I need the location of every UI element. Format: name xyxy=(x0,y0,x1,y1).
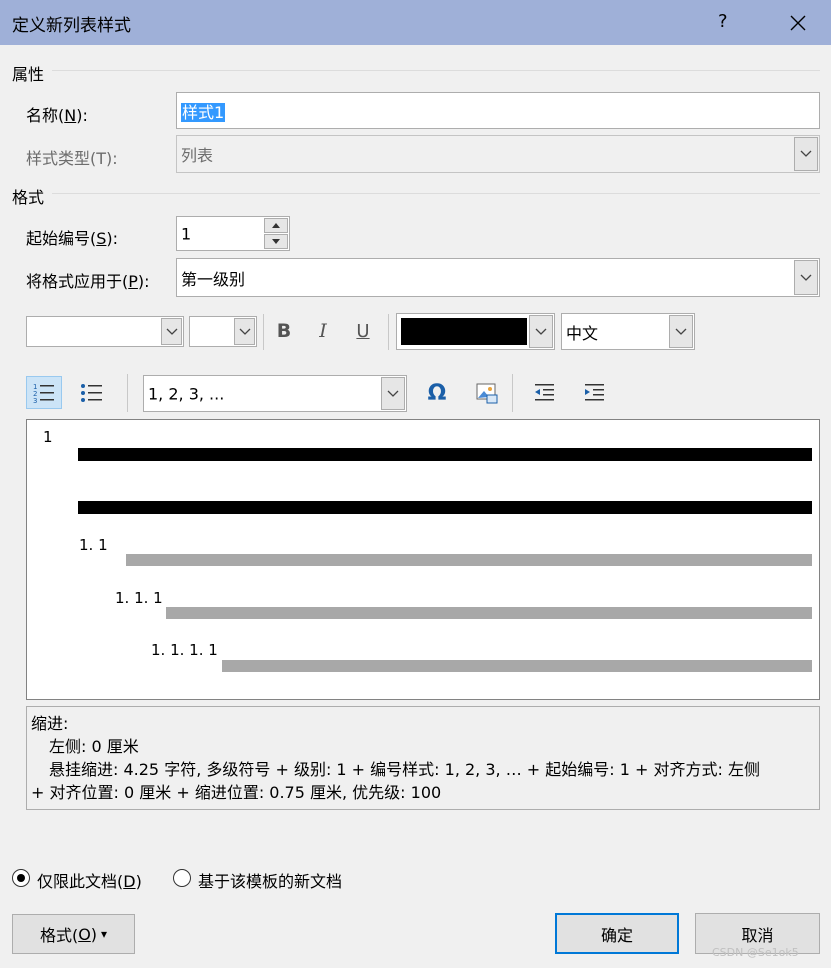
underline-button[interactable]: U xyxy=(349,316,377,346)
close-button[interactable] xyxy=(775,0,820,45)
description-heading: 缩进: xyxy=(31,714,69,733)
number-style-select[interactable]: 1, 2, 3, ... xyxy=(143,375,407,412)
style-description: 缩进: 左侧: 0 厘米 悬挂缩进: 4.25 字符, 多级符号 + 级别: 1… xyxy=(26,706,820,810)
apply-to-dropdown-button[interactable] xyxy=(794,260,818,295)
svg-text:3: 3 xyxy=(33,397,37,405)
watermark: CSDN @Se1ok5 xyxy=(712,946,799,959)
style-type-select[interactable]: 列表 xyxy=(176,135,820,173)
section-divider xyxy=(52,70,820,71)
preview-text-line xyxy=(78,501,812,514)
script-dropdown-button[interactable] xyxy=(669,315,693,348)
name-input[interactable]: 样式1 xyxy=(176,92,820,129)
increase-indent-icon xyxy=(585,384,604,401)
this-document-label[interactable]: 仅限此文档(D) xyxy=(37,868,142,892)
preview-level-1-number: 1 xyxy=(43,428,53,446)
bulleted-list-icon xyxy=(81,383,102,402)
close-icon xyxy=(790,15,805,30)
number-style-value: 1, 2, 3, ... xyxy=(148,384,225,403)
font-color-select[interactable] xyxy=(396,313,555,350)
font-name-dropdown-button[interactable] xyxy=(161,318,182,345)
font-name-select[interactable] xyxy=(26,316,184,347)
triangle-down-icon xyxy=(272,239,280,244)
start-number-label: 起始编号(S): xyxy=(26,229,119,248)
chevron-down-icon xyxy=(800,274,812,281)
font-size-select[interactable] xyxy=(189,316,257,347)
font-color-swatch xyxy=(401,318,527,345)
ok-button[interactable]: 确定 xyxy=(555,913,679,954)
chevron-down-icon xyxy=(535,328,547,335)
style-type-value: 列表 xyxy=(181,146,214,165)
format-section-label: 格式 xyxy=(12,188,45,207)
section-divider xyxy=(52,193,820,194)
toolbar-separator xyxy=(127,374,128,412)
spinner-down-button[interactable] xyxy=(264,234,288,249)
triangle-up-icon xyxy=(272,223,280,228)
style-type-label: 样式类型(T): xyxy=(26,149,118,168)
preview-text-line xyxy=(78,448,812,461)
dropdown-arrow-icon: ▾ xyxy=(101,927,108,941)
increase-indent-button[interactable] xyxy=(578,377,610,409)
script-value: 中文 xyxy=(566,323,599,343)
italic-button[interactable]: I xyxy=(309,316,337,346)
bullets-button[interactable] xyxy=(74,376,110,409)
picture-icon xyxy=(476,383,498,404)
help-button[interactable]: ? xyxy=(718,11,728,32)
preview-level-2-number: 1. 1 xyxy=(79,536,108,554)
start-number-spinner[interactable]: 1 xyxy=(176,216,290,251)
format-menu-button[interactable]: 格式(O) ▾ xyxy=(12,914,135,954)
style-type-dropdown-button[interactable] xyxy=(794,137,818,171)
description-line: 悬挂缩进: 4.25 字符, 多级符号 + 级别: 1 + 编号样式: 1, 2… xyxy=(49,760,760,779)
toolbar-separator xyxy=(388,314,389,350)
description-line: + 对齐位置: 0 厘米 + 缩进位置: 0.75 厘米, 优先级: 100 xyxy=(31,783,442,802)
name-input-value: 样式1 xyxy=(181,102,226,122)
font-color-dropdown-button[interactable] xyxy=(529,315,553,348)
bold-button[interactable]: B xyxy=(270,316,298,346)
dialog-title: 定义新列表样式 xyxy=(12,16,131,36)
chevron-down-icon xyxy=(675,328,687,335)
script-select[interactable]: 中文 xyxy=(561,313,695,350)
spinner-up-button[interactable] xyxy=(264,218,288,233)
numbering-button[interactable]: 1 2 3 xyxy=(26,376,62,409)
decrease-indent-icon xyxy=(535,384,554,401)
template-label[interactable]: 基于该模板的新文档 xyxy=(198,868,342,892)
insert-picture-button[interactable] xyxy=(471,377,503,409)
apply-to-value: 第一级别 xyxy=(181,269,246,289)
toolbar-separator xyxy=(512,374,513,412)
preview-text-line xyxy=(126,554,812,566)
preview-text-line xyxy=(222,660,812,672)
chevron-down-icon xyxy=(239,328,250,335)
properties-section-label: 属性 xyxy=(12,65,45,84)
apply-to-label: 将格式应用于(P): xyxy=(26,272,150,291)
numbered-list-icon: 1 2 3 xyxy=(33,383,54,405)
name-label: 名称(N): xyxy=(26,106,88,125)
preview-level-3-number: 1. 1. 1 xyxy=(115,589,163,607)
insert-symbol-button[interactable]: Ω xyxy=(421,377,453,409)
toolbar-separator xyxy=(263,314,264,350)
this-document-radio[interactable] xyxy=(12,869,30,887)
font-size-dropdown-button[interactable] xyxy=(234,318,255,345)
decrease-indent-button[interactable] xyxy=(528,377,560,409)
preview-text-line xyxy=(166,607,812,619)
apply-to-select[interactable]: 第一级别 xyxy=(176,258,820,297)
chevron-down-icon xyxy=(166,328,177,335)
number-style-dropdown-button[interactable] xyxy=(381,377,405,410)
start-number-value: 1 xyxy=(181,224,192,243)
chevron-down-icon xyxy=(800,150,812,157)
template-radio[interactable] xyxy=(173,869,191,887)
preview-level-4-number: 1. 1. 1. 1 xyxy=(151,641,218,659)
description-line: 左侧: 0 厘米 xyxy=(49,737,139,756)
chevron-down-icon xyxy=(387,390,399,397)
